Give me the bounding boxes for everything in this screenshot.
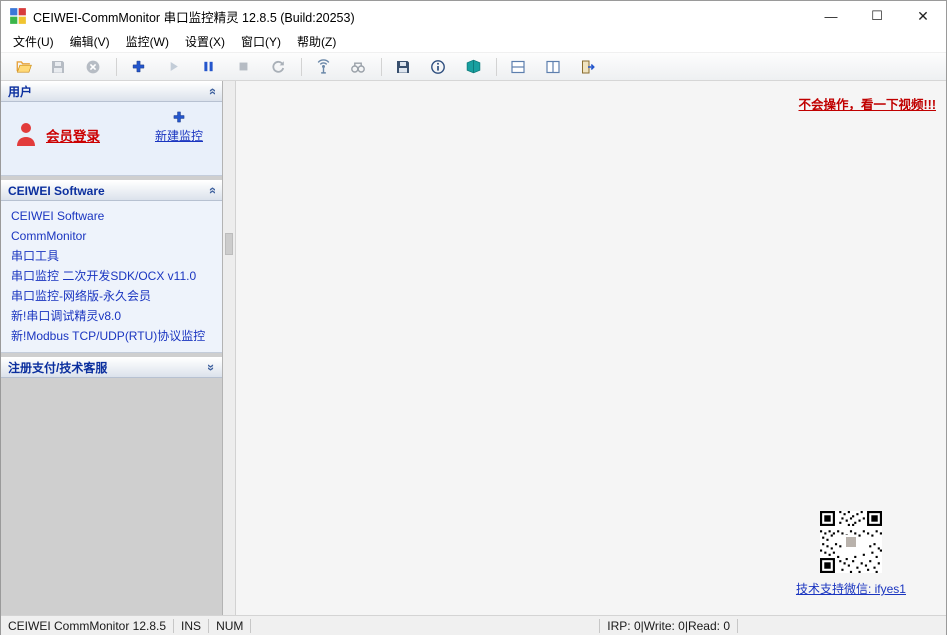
panel-software: CEIWEI Software » CEIWEI Software CommMo… bbox=[1, 180, 222, 353]
statusbar-io-counters: IRP: 0|Write: 0|Read: 0 bbox=[600, 616, 737, 635]
toolbar-separator bbox=[116, 58, 117, 76]
window-controls: — ☐ ✕ bbox=[808, 1, 946, 31]
floppy-disk-icon bbox=[395, 59, 411, 75]
link-network-member[interactable]: 串口监控-网络版-永久会员 bbox=[1, 286, 222, 306]
statusbar-right-pad bbox=[738, 616, 946, 635]
toolbar bbox=[1, 53, 946, 81]
link-commmonitor[interactable]: CommMonitor bbox=[1, 226, 222, 246]
member-login-link[interactable]: 会员登录 bbox=[46, 125, 100, 145]
menu-window[interactable]: 窗口(Y) bbox=[233, 30, 289, 53]
panel-register: 注册支付/技术客服 » bbox=[1, 357, 222, 378]
collapse-chevron-icon[interactable]: » bbox=[205, 187, 218, 194]
splitter[interactable] bbox=[223, 81, 236, 615]
menu-settings[interactable]: 设置(X) bbox=[177, 30, 233, 53]
plus-icon bbox=[172, 110, 186, 124]
info-icon bbox=[430, 59, 446, 75]
menu-monitor[interactable]: 监控(W) bbox=[118, 30, 177, 53]
qr-center-logo bbox=[844, 535, 858, 549]
redo-arrow-icon bbox=[270, 59, 286, 75]
panel-user-header[interactable]: 用户 » bbox=[1, 81, 222, 102]
close-button[interactable]: ✕ bbox=[900, 1, 946, 31]
new-monitor-button[interactable] bbox=[124, 55, 152, 79]
exit-button[interactable] bbox=[574, 55, 602, 79]
sidebar: 用户 » 会员登录 新建监控 bbox=[1, 81, 223, 615]
book-icon bbox=[465, 58, 482, 75]
statusbar-num: NUM bbox=[209, 616, 250, 635]
menubar: 文件(U) 编辑(V) 监控(W) 设置(X) 窗口(Y) 帮助(Z) bbox=[1, 31, 946, 53]
about-button[interactable] bbox=[424, 55, 452, 79]
play-icon bbox=[166, 59, 181, 74]
qr-code bbox=[820, 511, 882, 573]
panel-user-title: 用户 bbox=[8, 83, 32, 100]
save-icon bbox=[50, 59, 66, 75]
link-sdk-ocx[interactable]: 串口监控 二次开发SDK/OCX v11.0 bbox=[1, 266, 222, 286]
expand-chevron-icon[interactable]: » bbox=[205, 364, 218, 371]
statusbar-app-name: CEIWEI CommMonitor 12.8.5 bbox=[1, 616, 173, 635]
new-monitor-link[interactable]: 新建监控 bbox=[155, 127, 203, 144]
panel-register-header[interactable]: 注册支付/技术客服 » bbox=[1, 357, 222, 378]
minimize-button[interactable]: — bbox=[808, 1, 854, 31]
link-modbus-monitor[interactable]: 新!Modbus TCP/UDP(RTU)协议监控 bbox=[1, 326, 222, 346]
panel-user-body: 会员登录 新建监控 bbox=[1, 102, 222, 176]
split-horizontal-icon bbox=[510, 59, 526, 75]
help-book-button[interactable] bbox=[459, 55, 487, 79]
resume-button[interactable] bbox=[264, 55, 292, 79]
save-data-button[interactable] bbox=[389, 55, 417, 79]
statusbar-ins: INS bbox=[174, 616, 208, 635]
maximize-button[interactable]: ☐ bbox=[854, 1, 900, 31]
window-title: CEIWEI-CommMonitor 串口监控精灵 12.8.5 (Build:… bbox=[33, 7, 355, 26]
video-help-link[interactable]: 不会操作，看一下视频!!! bbox=[799, 94, 937, 113]
split-vertical-icon bbox=[545, 59, 561, 75]
menu-help[interactable]: 帮助(Z) bbox=[289, 30, 344, 53]
panel-software-body: CEIWEI Software CommMonitor 串口工具 串口监控 二次… bbox=[1, 201, 222, 353]
pause-button[interactable] bbox=[194, 55, 222, 79]
member-login[interactable]: 会员登录 bbox=[15, 122, 100, 148]
pause-icon bbox=[201, 59, 216, 74]
panel-user: 用户 » 会员登录 新建监控 bbox=[1, 81, 222, 176]
antenna-icon bbox=[315, 58, 332, 75]
menu-file[interactable]: 文件(U) bbox=[5, 30, 62, 53]
search-button[interactable] bbox=[344, 55, 372, 79]
stop-button[interactable] bbox=[229, 55, 257, 79]
split-vertical-button[interactable] bbox=[539, 55, 567, 79]
panel-software-header[interactable]: CEIWEI Software » bbox=[1, 180, 222, 201]
app-icon bbox=[9, 7, 27, 25]
app-window: CEIWEI-CommMonitor 串口监控精灵 12.8.5 (Build:… bbox=[0, 0, 947, 635]
cancel-button[interactable] bbox=[79, 55, 107, 79]
panel-register-title: 注册支付/技术客服 bbox=[8, 359, 107, 376]
statusbar: CEIWEI CommMonitor 12.8.5 INS NUM IRP: 0… bbox=[1, 615, 946, 635]
binoculars-icon bbox=[350, 59, 366, 75]
save-button[interactable] bbox=[44, 55, 72, 79]
open-folder-icon bbox=[15, 58, 32, 75]
stop-icon bbox=[236, 59, 251, 74]
exit-door-icon bbox=[580, 59, 596, 75]
scrollbar-thumb[interactable] bbox=[225, 233, 233, 255]
menu-edit[interactable]: 编辑(V) bbox=[62, 30, 118, 53]
person-icon bbox=[15, 122, 37, 148]
link-ceiwei-software[interactable]: CEIWEI Software bbox=[1, 206, 222, 226]
titlebar: CEIWEI-CommMonitor 串口监控精灵 12.8.5 (Build:… bbox=[1, 1, 946, 31]
plus-icon bbox=[131, 59, 146, 74]
content-area: 用户 » 会员登录 新建监控 bbox=[1, 81, 946, 615]
toolbar-separator bbox=[496, 58, 497, 76]
port-monitor-button[interactable] bbox=[309, 55, 337, 79]
split-horizontal-button[interactable] bbox=[504, 55, 532, 79]
main-workspace: 不会操作，看一下视频!!! 技术支持微信: ifyes1 bbox=[236, 81, 946, 615]
support-qr-block: 技术支持微信: ifyes1 bbox=[796, 511, 906, 597]
toolbar-separator bbox=[301, 58, 302, 76]
panel-software-title: CEIWEI Software bbox=[8, 184, 105, 198]
new-monitor-shortcut[interactable]: 新建监控 bbox=[147, 110, 211, 144]
link-serial-debug[interactable]: 新!串口调试精灵v8.0 bbox=[1, 306, 222, 326]
start-button[interactable] bbox=[159, 55, 187, 79]
open-file-button[interactable] bbox=[9, 55, 37, 79]
statusbar-separator bbox=[250, 619, 251, 633]
cancel-icon bbox=[85, 59, 101, 75]
wechat-support-link[interactable]: 技术支持微信: ifyes1 bbox=[796, 580, 906, 597]
toolbar-separator bbox=[381, 58, 382, 76]
link-serial-tools[interactable]: 串口工具 bbox=[1, 246, 222, 266]
collapse-chevron-icon[interactable]: » bbox=[205, 88, 218, 95]
